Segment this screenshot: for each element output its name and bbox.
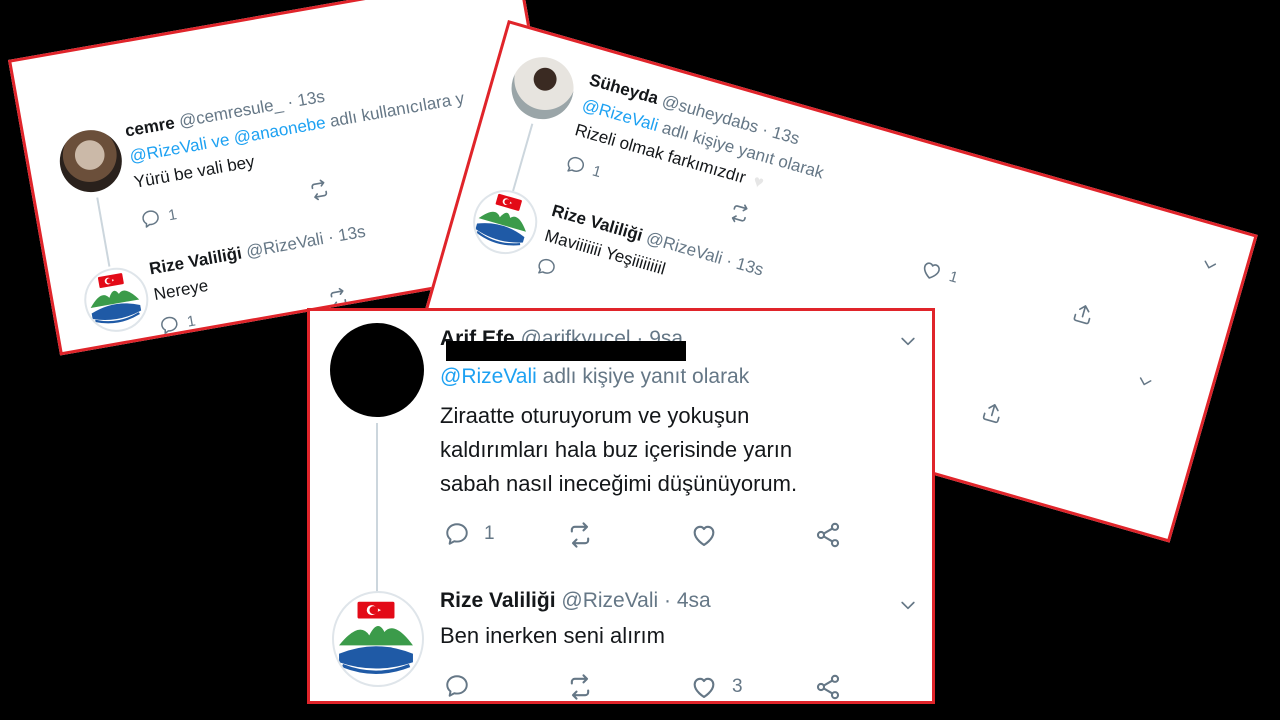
reply-icon xyxy=(563,153,588,178)
more-options-button[interactable] xyxy=(898,331,918,351)
retweet-button[interactable] xyxy=(566,673,594,701)
reply-icon xyxy=(534,255,559,280)
retweet-icon xyxy=(726,200,753,227)
tweet-time[interactable]: · 13s xyxy=(724,251,766,280)
more-options-button[interactable] xyxy=(1199,254,1221,276)
like-icon xyxy=(690,673,718,701)
redaction-bar xyxy=(446,341,686,361)
tweet-text-line-2: kaldırımları hala buz içerisinde yarın xyxy=(440,437,793,462)
reply-button[interactable]: 1 xyxy=(158,311,197,337)
like-icon xyxy=(918,257,945,284)
author-name[interactable]: Rize Valiliği xyxy=(440,589,556,612)
reply-icon xyxy=(158,313,181,336)
like-count: 1 xyxy=(947,267,961,287)
upload-icon xyxy=(1070,300,1097,327)
more-options-button[interactable] xyxy=(898,595,918,615)
share-icon xyxy=(814,521,842,549)
author-name[interactable]: cemre xyxy=(124,113,177,140)
like-count: 3 xyxy=(732,676,743,697)
author-name[interactable]: Rize Valiliği xyxy=(148,244,243,279)
tweet-text: Ben inerken seni alırım xyxy=(440,623,665,648)
replying-to-label: adlı kullanıcılara y xyxy=(328,88,466,131)
rize-valiligi-logo-icon xyxy=(469,185,538,254)
reply-button[interactable]: 1 xyxy=(563,153,603,182)
thread-line xyxy=(96,197,111,267)
white-heart-emoji: ♥ xyxy=(751,171,766,193)
tweet-time[interactable]: · 13s xyxy=(760,120,802,149)
reply-count: 1 xyxy=(590,162,604,181)
share-button[interactable] xyxy=(814,521,842,549)
reply-icon xyxy=(444,673,470,699)
avatar-rize-valiligi[interactable] xyxy=(332,591,424,687)
tweet-text-line-1: Ziraatte oturuyorum ve yokuşun xyxy=(440,403,750,428)
reply-button[interactable]: 1 xyxy=(139,204,178,230)
avatar-suheyda[interactable] xyxy=(504,49,581,127)
share-button[interactable] xyxy=(814,673,842,701)
rize-valiligi-logo-icon xyxy=(82,266,147,331)
reply-icon xyxy=(139,207,162,230)
share-button[interactable] xyxy=(979,399,1006,426)
chevron-down-icon xyxy=(1199,254,1221,276)
avatar-cemre[interactable] xyxy=(54,125,127,198)
share-icon xyxy=(814,673,842,701)
reply-button[interactable] xyxy=(534,255,559,280)
author-handle[interactable]: @RizeVali xyxy=(245,229,325,261)
avatar-arif-efe[interactable] xyxy=(330,323,424,417)
replying-to-label: adlı kişiye yanıt olarak xyxy=(542,365,750,388)
reply-count: 1 xyxy=(166,205,179,224)
chevron-down-icon xyxy=(898,595,918,615)
retweet-button[interactable] xyxy=(307,177,332,202)
chevron-down-icon xyxy=(1134,370,1156,392)
retweet-button[interactable] xyxy=(726,200,753,227)
rize-valiligi-logo-icon xyxy=(334,593,418,681)
like-button[interactable]: 3 xyxy=(690,673,743,701)
upload-icon xyxy=(979,399,1006,426)
retweet-button[interactable] xyxy=(566,521,594,549)
reply-button[interactable] xyxy=(444,673,470,699)
share-button[interactable] xyxy=(1070,300,1097,327)
tweet-card-arif-efe: Arif Efe @arifkyucel · 9sa @RizeVali adl… xyxy=(307,308,935,704)
retweet-icon xyxy=(566,673,594,701)
reply-count: 1 xyxy=(484,523,495,544)
like-button[interactable]: 1 xyxy=(918,257,961,289)
retweet-icon xyxy=(307,177,332,202)
more-options-button[interactable] xyxy=(1134,370,1156,392)
replying-to-and: ve xyxy=(209,129,231,152)
author-handle[interactable]: @RizeVali xyxy=(561,589,658,612)
tweet-time[interactable]: · 13s xyxy=(286,87,327,112)
reply-icon xyxy=(444,521,470,547)
tweet-text-line-3: sabah nasıl ineceğimi düşünüyorum. xyxy=(440,471,798,496)
tweet-time[interactable]: · 13s xyxy=(326,222,367,247)
reply-button[interactable]: 1 xyxy=(444,521,495,547)
tweet-text: Nereye xyxy=(152,275,210,305)
mention-rizevali[interactable]: @RizeVali xyxy=(440,365,537,388)
thread-line xyxy=(376,423,378,595)
avatar-rize-valiligi[interactable] xyxy=(465,182,545,262)
retweet-icon xyxy=(566,521,594,549)
reply-count: 1 xyxy=(185,312,197,331)
thread-line xyxy=(512,123,534,192)
replying-to: @RizeVali adlı kişiye yanıt olarak xyxy=(440,365,749,389)
avatar-rize-valiligi[interactable] xyxy=(79,262,154,337)
chevron-down-icon xyxy=(898,331,918,351)
like-icon xyxy=(690,521,718,549)
tweet-time[interactable]: · 4sa xyxy=(664,589,711,612)
like-button[interactable] xyxy=(690,521,718,549)
